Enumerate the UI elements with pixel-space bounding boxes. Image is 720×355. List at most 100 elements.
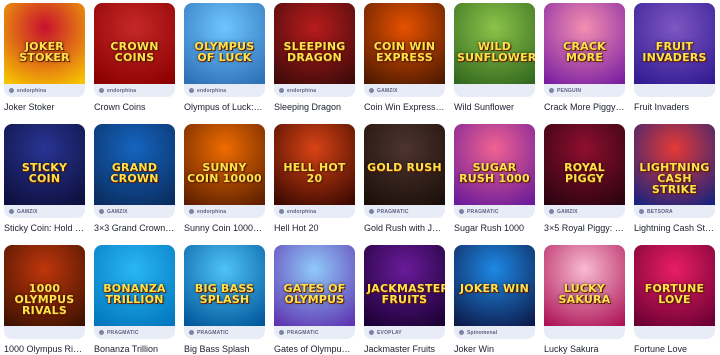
game-title[interactable]: Sugar Rush 1000 xyxy=(454,222,535,234)
game-tile[interactable]: GRAND CROWN GAMZIX 3×3 Grand Crown: H... xyxy=(94,124,175,234)
game-title[interactable]: Fortune Love xyxy=(634,343,715,355)
game-thumbnail[interactable]: SUGAR RUSH 1000 xyxy=(454,124,535,205)
provider-name: PRAGMATIC xyxy=(107,329,139,336)
game-title[interactable]: Hell Hot 20 xyxy=(274,222,355,234)
game-tile[interactable]: JOKER STOKER endorphina Joker Stoker xyxy=(4,3,85,113)
provider-bar xyxy=(454,84,535,97)
game-thumbnail[interactable]: LIGHTNING CASH STRIKE xyxy=(634,124,715,205)
game-tile[interactable]: JACKMASTER FRUITS EVOPLAY Jackmaster Fruit… xyxy=(364,245,445,355)
provider-bar: endorphina xyxy=(184,205,265,218)
game-thumbnail[interactable]: CRACK MORE xyxy=(544,3,625,84)
game-title[interactable]: Coin Win Express: H... xyxy=(364,101,445,113)
provider-logo-icon xyxy=(639,209,644,214)
game-tile[interactable]: OLYMPUS OF LUCK endorphina Olympus of Luck… xyxy=(184,3,265,113)
game-tile[interactable]: CROWN COINS endorphina Crown Coins xyxy=(94,3,175,113)
game-tile[interactable]: 1000 OLYMPUS RIVALS 1000 Olympus Rivals xyxy=(4,245,85,355)
game-tile[interactable]: GOLD RUSH PRAGMATIC Gold Rush with John... xyxy=(364,124,445,234)
game-thumbnail[interactable]: GOLD RUSH xyxy=(364,124,445,205)
game-title[interactable]: Joker Win xyxy=(454,343,535,355)
game-tile[interactable]: CRACK MORE PENGUIN Crack More Piggy B... xyxy=(544,3,625,113)
game-tile[interactable]: SLEEPING DRAGON endorphina Sleeping Dragon xyxy=(274,3,355,113)
game-title[interactable]: Sticky Coin: Hold th... xyxy=(4,222,85,234)
game-thumbnail[interactable]: SLEEPING DRAGON xyxy=(274,3,355,84)
game-thumbnail[interactable]: FRUIT INVADERS xyxy=(634,3,715,84)
game-thumbnail[interactable]: JOKER WIN xyxy=(454,245,535,326)
game-tile[interactable]: SUGAR RUSH 1000 PRAGMATIC Sugar Rush 1000 xyxy=(454,124,535,234)
game-tile[interactable]: ROYAL PIGGY GAMZIX 3×5 Royal Piggy: Ho... xyxy=(544,124,625,234)
game-thumbnail[interactable]: CROWN COINS xyxy=(94,3,175,84)
game-logo-text: COIN WIN EXPRESS xyxy=(373,40,436,64)
game-thumbnail[interactable]: SUNNY COIN 10000 xyxy=(184,124,265,205)
provider-name: PRAGMATIC xyxy=(287,329,319,336)
game-thumbnail[interactable]: GRAND CROWN xyxy=(94,124,175,205)
game-title[interactable]: 3×5 Royal Piggy: Ho... xyxy=(544,222,625,234)
provider-bar: endorphina xyxy=(4,84,85,97)
game-title[interactable]: Lucky Sakura xyxy=(544,343,625,355)
provider-name: PRAGMATIC xyxy=(197,329,229,336)
game-tile[interactable]: BIG BASS SPLASH PRAGMATIC Big Bass Splash xyxy=(184,245,265,355)
game-title[interactable]: Lightning Cash Strik... xyxy=(634,222,715,234)
game-logo-text: LUCKY SAKURA xyxy=(558,282,611,306)
game-title[interactable]: 3×3 Grand Crown: H... xyxy=(94,222,175,234)
provider-bar: PRAGMATIC xyxy=(364,205,445,218)
game-tile[interactable]: GATES OF OLYMPUS PRAGMATIC Gates of Olympu… xyxy=(274,245,355,355)
provider-bar xyxy=(634,84,715,97)
game-thumbnail[interactable]: GATES OF OLYMPUS xyxy=(274,245,355,326)
game-tile[interactable]: JOKER WIN Spinomenal Joker Win xyxy=(454,245,535,355)
provider-logo-icon xyxy=(99,88,104,93)
game-grid: JOKER STOKER endorphina Joker Stoker CROWN … xyxy=(4,3,715,355)
provider-logo-icon xyxy=(549,209,554,214)
game-thumbnail[interactable]: FORTUNE LOVE xyxy=(634,245,715,326)
provider-logo-icon xyxy=(369,209,374,214)
game-tile[interactable]: BONANZA TRILLION PRAGMATIC Bonanza Trillio… xyxy=(94,245,175,355)
game-title[interactable]: Joker Stoker xyxy=(4,101,85,113)
game-thumbnail[interactable]: HELL HOT 20 xyxy=(274,124,355,205)
game-title[interactable]: Sunny Coin 10000: ... xyxy=(184,222,265,234)
game-title[interactable]: Olympus of Luck: H... xyxy=(184,101,265,113)
game-tile[interactable]: COIN WIN EXPRESS GAMZIX Coin Win Express: … xyxy=(364,3,445,113)
game-thumbnail[interactable]: WILD SUNFLOWER xyxy=(454,3,535,84)
game-title[interactable]: Wild Sunflower xyxy=(454,101,535,113)
game-tile[interactable]: FRUIT INVADERS Fruit Invaders xyxy=(634,3,715,113)
game-title[interactable]: Big Bass Splash xyxy=(184,343,265,355)
provider-logo-icon xyxy=(279,88,284,93)
game-thumbnail[interactable]: LUCKY SAKURA xyxy=(544,245,625,326)
provider-name: PRAGMATIC xyxy=(377,208,409,215)
provider-bar xyxy=(4,326,85,339)
game-thumbnail[interactable]: BONANZA TRILLION xyxy=(94,245,175,326)
game-tile[interactable]: STICKY COIN GAMZIX Sticky Coin: Hold th... xyxy=(4,124,85,234)
provider-name: endorphina xyxy=(197,208,227,215)
game-tile[interactable]: WILD SUNFLOWER Wild Sunflower xyxy=(454,3,535,113)
game-thumbnail[interactable]: ROYAL PIGGY xyxy=(544,124,625,205)
game-title[interactable]: Sleeping Dragon xyxy=(274,101,355,113)
game-tile[interactable]: LIGHTNING CASH STRIKE BETSORA Lightning Ca… xyxy=(634,124,715,234)
game-title[interactable]: Gates of Olympus S... xyxy=(274,343,355,355)
game-tile[interactable]: FORTUNE LOVE Fortune Love xyxy=(634,245,715,355)
game-title[interactable]: Crown Coins xyxy=(94,101,175,113)
game-title[interactable]: Jackmaster Fruits xyxy=(364,343,445,355)
provider-bar: PRAGMATIC xyxy=(454,205,535,218)
provider-bar: PENGUIN xyxy=(544,84,625,97)
game-title[interactable]: 1000 Olympus Rivals xyxy=(4,343,85,355)
game-logo-text: SLEEPING DRAGON xyxy=(283,40,346,64)
game-thumbnail[interactable]: OLYMPUS OF LUCK xyxy=(184,3,265,84)
game-logo-text: GOLD RUSH xyxy=(367,161,442,174)
provider-bar: GAMZIX xyxy=(544,205,625,218)
game-thumbnail[interactable]: STICKY COIN xyxy=(4,124,85,205)
game-thumbnail[interactable]: 1000 OLYMPUS RIVALS xyxy=(4,245,85,326)
game-thumbnail[interactable]: BIG BASS SPLASH xyxy=(184,245,265,326)
game-title[interactable]: Bonanza Trillion xyxy=(94,343,175,355)
game-thumbnail[interactable]: COIN WIN EXPRESS xyxy=(364,3,445,84)
game-tile[interactable]: HELL HOT 20 endorphina Hell Hot 20 xyxy=(274,124,355,234)
game-tile[interactable]: LUCKY SAKURA Lucky Sakura xyxy=(544,245,625,355)
game-title[interactable]: Crack More Piggy B... xyxy=(544,101,625,113)
game-title[interactable]: Fruit Invaders xyxy=(634,101,715,113)
game-title[interactable]: Gold Rush with John... xyxy=(364,222,445,234)
game-logo-text: FRUIT INVADERS xyxy=(642,40,707,64)
provider-logo-icon xyxy=(459,209,464,214)
game-thumbnail[interactable]: JACKMASTER FRUITS xyxy=(364,245,445,326)
game-thumbnail[interactable]: JOKER STOKER xyxy=(4,3,85,84)
game-logo-text: FORTUNE LOVE xyxy=(644,282,705,306)
provider-bar: PRAGMATIC xyxy=(94,326,175,339)
game-tile[interactable]: SUNNY COIN 10000 endorphina Sunny Coin 100… xyxy=(184,124,265,234)
